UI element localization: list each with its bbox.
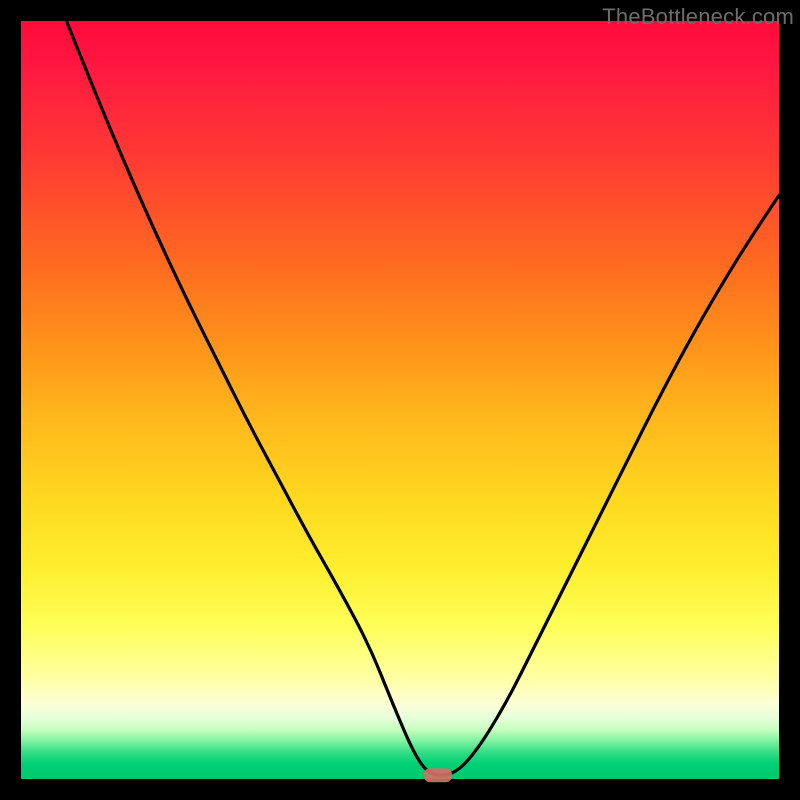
bottleneck-curve <box>21 21 779 779</box>
chart-frame: TheBottleneck.com <box>0 0 800 800</box>
watermark-text: TheBottleneck.com <box>602 4 794 30</box>
plot-area <box>21 21 779 779</box>
minimum-marker <box>424 768 452 782</box>
